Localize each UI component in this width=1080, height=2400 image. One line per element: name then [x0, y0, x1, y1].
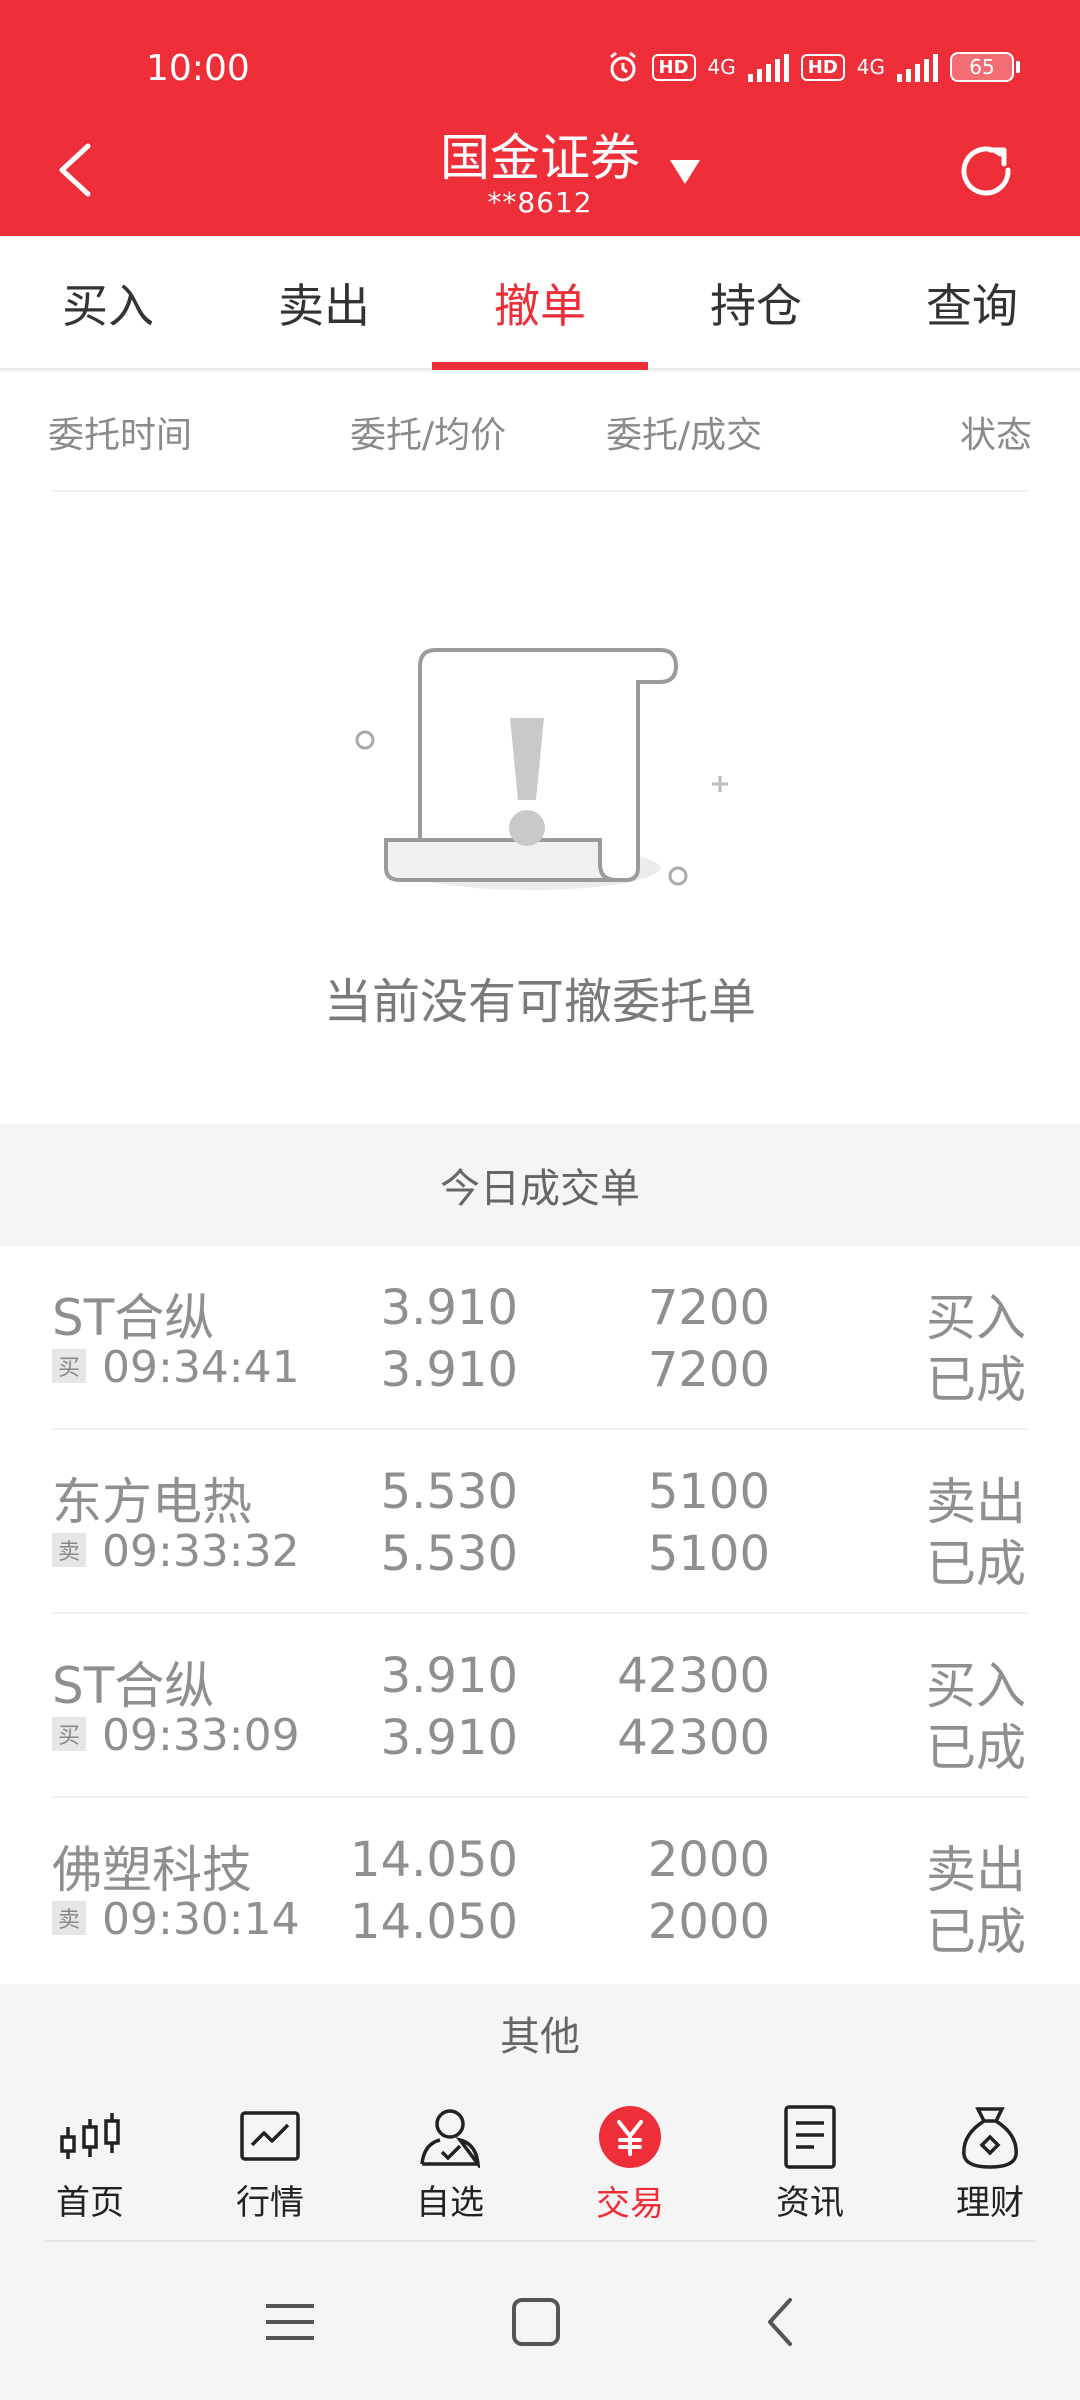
- other-section-title: 其他: [0, 1984, 1080, 2082]
- stock-name: ST合纵: [52, 1657, 215, 1715]
- deal-time: 09:33:09: [102, 1710, 300, 1761]
- col-order-time: 委托时间: [48, 415, 193, 456]
- deal-row[interactable]: 东方电热 卖 09:33:32 5.530 5.530 5100 5100 卖出…: [0, 1430, 1080, 1614]
- back-icon[interactable]: [752, 2292, 812, 2352]
- nav-trade[interactable]: 交易: [540, 2104, 720, 2224]
- hd-badge-1: HD: [651, 53, 696, 81]
- battery-icon: 65: [950, 52, 1020, 82]
- status-time: 10:00: [146, 48, 250, 89]
- order-status: 已成: [926, 1351, 1026, 1409]
- tab-sell[interactable]: 卖出: [216, 236, 432, 370]
- nav-label: 理财: [956, 2183, 1024, 2223]
- network-label-1: 4G: [707, 55, 736, 79]
- stock-name: 佛塑科技: [52, 1841, 252, 1899]
- stock-name: 东方电热: [52, 1473, 252, 1531]
- tab-positions[interactable]: 持仓: [648, 236, 864, 370]
- empty-state-message: 当前没有可撤委托单: [323, 974, 756, 1030]
- candlestick-icon: [55, 2104, 125, 2169]
- side-badge: 买: [52, 1349, 86, 1383]
- col-status: 状态: [959, 415, 1032, 456]
- home-square-icon[interactable]: [506, 2292, 566, 2352]
- signal-icon-1: [747, 52, 789, 82]
- nav-market[interactable]: 行情: [180, 2104, 360, 2224]
- person-icon: [415, 2104, 485, 2169]
- today-deals-list: ST合纵 买 09:34:41 3.910 3.910 7200 7200 买入…: [0, 1246, 1080, 1984]
- bottom-navigation: 首页 行情 自选 交易 资讯 理财: [0, 2082, 1080, 2240]
- order-qty: 5100: [647, 1464, 770, 1520]
- document-icon: [775, 2104, 845, 2169]
- order-status: 已成: [926, 1903, 1026, 1961]
- order-price: 14.050: [350, 1832, 518, 1888]
- order-status: 已成: [926, 1535, 1026, 1593]
- trade-tabs: 买入 卖出 撤单 持仓 查询: [0, 236, 1080, 370]
- stock-name: ST合纵: [52, 1289, 215, 1347]
- deal-qty: 42300: [617, 1710, 770, 1766]
- side-badge: 卖: [52, 1533, 86, 1567]
- deal-qty: 2000: [647, 1894, 770, 1950]
- status-icons: HD 4G HD 4G 65: [606, 50, 1020, 84]
- avg-price: 3.910: [380, 1710, 518, 1766]
- caret-down-icon[interactable]: [668, 158, 702, 186]
- nav-label: 资讯: [776, 2183, 844, 2223]
- column-headers: 委托时间 委托/均价 委托/成交 状态: [0, 372, 1080, 492]
- nav-home[interactable]: 首页: [0, 2104, 180, 2224]
- system-navigation: [0, 2242, 1080, 2400]
- deal-row[interactable]: 佛塑科技 卖 09:30:14 14.050 14.050 2000 2000 …: [0, 1798, 1080, 1982]
- nav-label: 行情: [236, 2183, 304, 2223]
- avg-price: 14.050: [350, 1894, 518, 1950]
- deal-time: 09:33:32: [102, 1526, 300, 1577]
- order-qty: 2000: [647, 1832, 770, 1888]
- avg-price: 5.530: [380, 1526, 518, 1582]
- battery-level: 65: [950, 52, 1014, 82]
- empty-document-illustration: [355, 648, 728, 890]
- empty-state: 当前没有可撤委托单: [0, 492, 1080, 1124]
- nav-watchlist[interactable]: 自选: [360, 2104, 540, 2224]
- deal-time: 09:34:41: [102, 1342, 300, 1393]
- yuan-icon: [595, 2104, 665, 2170]
- tab-buy[interactable]: 买入: [0, 236, 216, 370]
- deal-qty: 7200: [647, 1342, 770, 1398]
- nav-label: 首页: [56, 2183, 124, 2223]
- refresh-icon[interactable]: [956, 140, 1020, 204]
- avg-price: 3.910: [380, 1342, 518, 1398]
- side-badge: 卖: [52, 1901, 86, 1935]
- col-order-qty: 委托/成交: [606, 415, 763, 456]
- nav-news[interactable]: 资讯: [720, 2104, 900, 2224]
- today-deals-title: 今日成交单: [0, 1124, 1080, 1246]
- deal-row[interactable]: ST合纵 买 09:34:41 3.910 3.910 7200 7200 买入…: [0, 1246, 1080, 1430]
- network-label-2: 4G: [856, 55, 885, 79]
- deal-row[interactable]: ST合纵 买 09:33:09 3.910 3.910 42300 42300 …: [0, 1614, 1080, 1798]
- order-price: 3.910: [380, 1280, 518, 1336]
- tab-cancel-order[interactable]: 撤单: [432, 236, 648, 370]
- order-qty: 42300: [617, 1648, 770, 1704]
- chart-icon: [235, 2104, 305, 2169]
- order-qty: 7200: [647, 1280, 770, 1336]
- order-price: 5.530: [380, 1464, 518, 1520]
- order-status: 已成: [926, 1719, 1026, 1777]
- tab-query[interactable]: 查询: [864, 236, 1080, 370]
- deal-time: 09:30:14: [102, 1894, 300, 1945]
- signal-icon-2: [897, 52, 938, 82]
- hd-badge-2: HD: [800, 53, 845, 81]
- col-order-price: 委托/均价: [350, 415, 507, 456]
- broker-title[interactable]: 国金证券: [440, 118, 640, 190]
- deal-qty: 5100: [647, 1526, 770, 1582]
- money-bag-icon: [955, 2104, 1025, 2169]
- side-badge: 买: [52, 1717, 86, 1751]
- menu-icon[interactable]: [260, 2292, 320, 2352]
- nav-label: 自选: [416, 2183, 484, 2223]
- app-header: 10:00 HD 4G HD 4G 65 国金证券 **8612: [0, 0, 1080, 236]
- nav-wealth[interactable]: 理财: [900, 2104, 1080, 2224]
- active-tab-indicator: [432, 362, 648, 370]
- order-price: 3.910: [380, 1648, 518, 1704]
- account-number: **8612: [487, 186, 593, 219]
- alarm-icon: [609, 51, 636, 82]
- nav-label: 交易: [596, 2184, 664, 2224]
